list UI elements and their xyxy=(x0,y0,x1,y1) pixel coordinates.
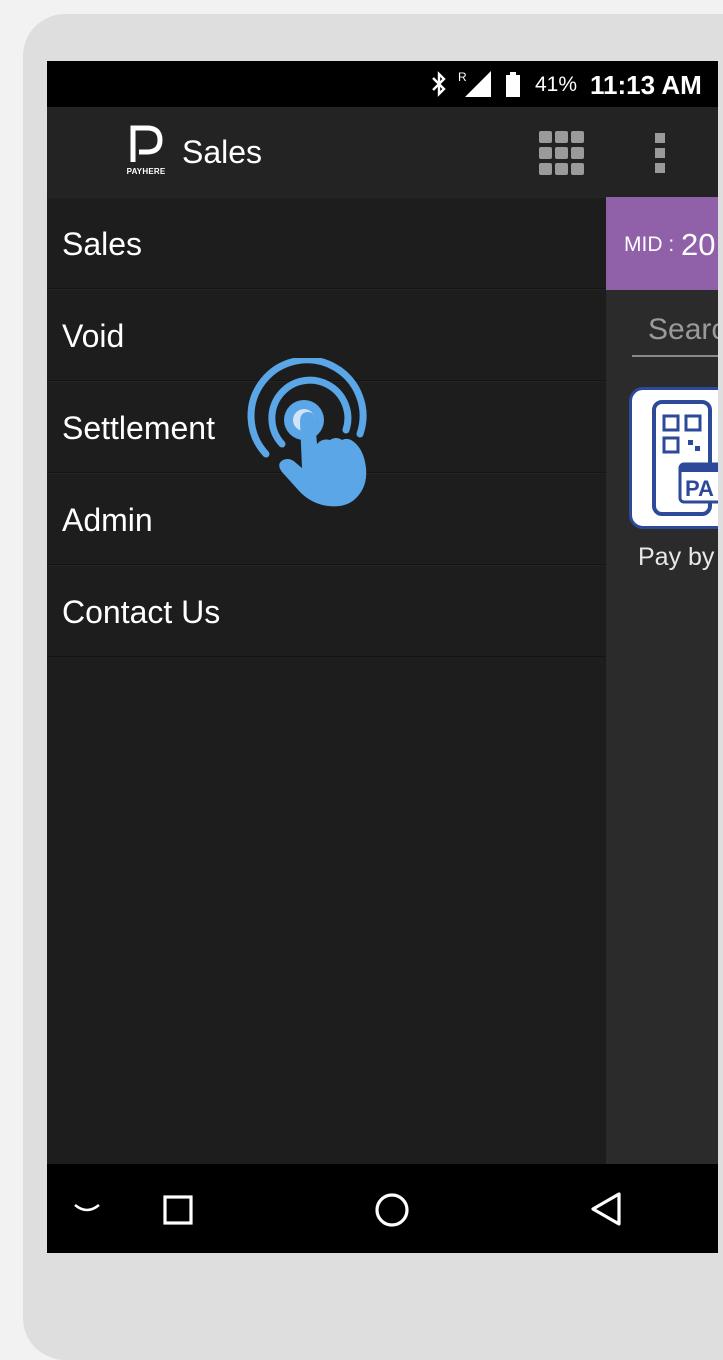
navigation-drawer: Sales Void Settlement Admin Contact Us xyxy=(47,197,606,1164)
mid-bar: MID : 20 xyxy=(606,197,718,290)
drawer-item-label: Void xyxy=(62,318,125,354)
search-input[interactable]: Searc xyxy=(632,307,718,357)
pay-by-qr-tile[interactable]: PA xyxy=(629,387,718,529)
logo-text: PAYHERE xyxy=(126,167,166,176)
drawer-item-label: Contact Us xyxy=(62,594,221,630)
app-bar: PAYHERE Sales xyxy=(47,107,718,199)
drawer-item-label: Settlement xyxy=(62,410,215,446)
tap-gesture-icon xyxy=(247,358,367,507)
svg-text:R: R xyxy=(458,70,467,84)
mid-label: MID : xyxy=(624,233,675,256)
drawer-item-label: Sales xyxy=(62,226,143,262)
battery-icon xyxy=(506,72,520,97)
tile-text: PA xyxy=(685,476,714,501)
recents-icon[interactable] xyxy=(163,1195,193,1225)
mid-value: 20 xyxy=(681,227,716,262)
page-title: Sales xyxy=(182,134,263,170)
status-bar: R 41% 11:13 AM xyxy=(47,61,718,107)
system-nav-bar xyxy=(47,1164,718,1253)
back-icon[interactable] xyxy=(589,1191,623,1227)
pay-tile-label: Pay by xyxy=(638,543,715,571)
apps-grid-icon[interactable] xyxy=(539,131,585,175)
drawer-item-sales[interactable]: Sales xyxy=(47,197,606,289)
search-placeholder: Searc xyxy=(648,313,718,346)
phone-screen: R 41% 11:13 AM PAYHERE Sales MID: 20 Se… xyxy=(47,61,718,1253)
payhere-logo: PAYHERE xyxy=(123,122,169,180)
battery-percent: 41% xyxy=(535,73,578,96)
drawer-item-label: Admin xyxy=(62,502,153,538)
drawer-item-contact-us[interactable]: Contact Us xyxy=(47,565,606,657)
qr-pay-icon: PA xyxy=(652,400,718,516)
main-content: MID : 20 Searc PA Pay by xyxy=(606,197,718,1164)
roaming-signal-icon: R xyxy=(458,70,491,97)
payhere-logo-mark-icon xyxy=(130,125,163,162)
home-icon[interactable] xyxy=(374,1192,410,1228)
clock: 11:13 AM xyxy=(590,70,702,100)
hide-keyboard-icon[interactable] xyxy=(73,1202,101,1216)
bluetooth-icon xyxy=(432,71,446,97)
more-vert-icon[interactable] xyxy=(653,133,667,173)
